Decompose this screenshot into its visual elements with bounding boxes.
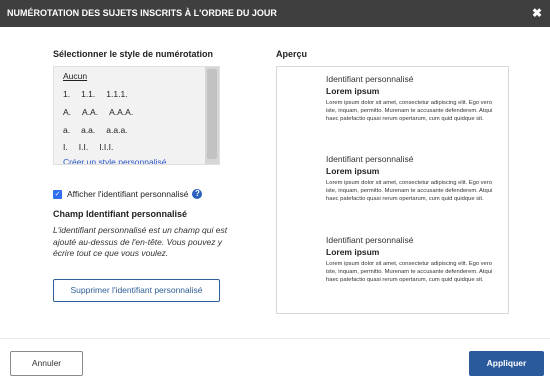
preview-item: Identifiant personnalisé Lorem ipsum Lor… [326,154,504,203]
preview-identifier: Identifiant personnalisé [326,154,414,164]
preview-panel: Identifiant personnalisé Lorem ipsum Lor… [276,66,509,314]
identifier-description: L'identifiant personnalisé est un champ … [53,225,228,258]
preview-body: Lorem ipsum dolor sit amet, consectetur … [326,180,493,202]
list-scrollbar[interactable] [205,67,219,164]
dialog-title-bar: NUMÉROTATION DES SUJETS INSCRITS À L'ORD… [0,0,550,27]
preview-body: Lorem ipsum dolor sit amet, consectetur … [326,100,493,122]
preview-heading: Lorem ipsum [326,247,380,257]
show-identifier-checkbox[interactable]: ✓ [53,189,62,199]
style-option-numeric[interactable]: 1. 1.1. 1.1.1. [63,89,139,99]
show-identifier-row: ✓ Afficher l'identifiant personnalisé ? [53,189,203,199]
style-level-1: I. [63,142,68,152]
preview-item: Identifiant personnalisé Lorem ipsum Lor… [326,74,504,123]
style-level-2: A.A. [82,107,99,117]
identifier-field-title: Champ Identifiant personnalisé [53,209,188,219]
style-level-1: 1. [63,89,71,99]
style-level-2: 1.1. [81,89,96,99]
preview-heading: Lorem ipsum [326,86,380,96]
numbering-style-list[interactable]: Aucun 1. 1.1. 1.1.1. A. A.A. A.A.A. a. a.a. a.… [53,66,220,165]
create-custom-style-link[interactable]: Créer un style personnalisé... [63,157,174,164]
style-level-2: I.I. [78,142,89,152]
scrollbar-thumb[interactable] [207,69,217,159]
style-option-none[interactable]: Aucun [63,71,87,81]
preview-item: Identifiant personnalisé Lorem ipsum Lor… [326,235,504,284]
remove-identifier-button[interactable]: Supprimer l'identifiant personnalisé [53,279,220,302]
close-icon[interactable]: ✖ [530,6,544,20]
style-level-2: a.a. [81,125,96,135]
style-level-1: a. [63,125,71,135]
preview-identifier: Identifiant personnalisé [326,74,414,84]
apply-button[interactable]: Appliquer [469,351,544,376]
style-level-3: I.I.I. [99,142,114,152]
dialog-title: NUMÉROTATION DES SUJETS INSCRITS À L'ORD… [7,8,277,18]
style-level-3: 1.1.1. [106,89,128,99]
style-level-3: A.A.A. [109,107,134,117]
help-icon[interactable]: ? [192,189,203,199]
style-option-lower-alpha[interactable]: a. a.a. a.a.a. [63,125,139,135]
cancel-button[interactable]: Annuler [10,351,83,376]
style-option-roman[interactable]: I. I.I. I.I.I. [63,142,124,152]
numbering-style-label: Sélectionner le style de numérotation [53,49,214,59]
preview-heading: Lorem ipsum [326,166,380,176]
preview-identifier: Identifiant personnalisé [326,235,414,245]
footer-divider [0,338,550,339]
style-option-upper-alpha[interactable]: A. A.A. A.A.A. [63,107,144,117]
preview-label: Aperçu [276,49,308,59]
show-identifier-label[interactable]: Afficher l'identifiant personnalisé [67,189,188,199]
style-level-1: A. [63,107,72,117]
style-level-3: a.a.a. [106,125,128,135]
preview-body: Lorem ipsum dolor sit amet, consectetur … [326,261,493,283]
